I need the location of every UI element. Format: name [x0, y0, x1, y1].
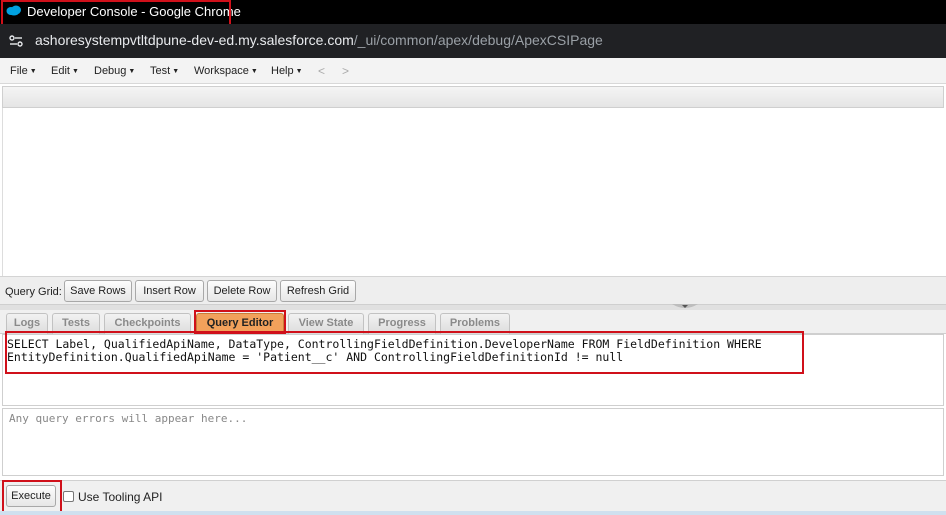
- chevron-down-icon: ▼: [29, 68, 37, 75]
- query-grid-label: Query Grid:: [5, 286, 62, 298]
- menu-workspace[interactable]: Workspace ▼: [194, 65, 258, 77]
- menu-edit[interactable]: Edit ▼: [51, 65, 79, 77]
- insert-row-button[interactable]: Insert Row: [135, 280, 204, 302]
- menu-file[interactable]: File ▼: [10, 65, 37, 77]
- url-text[interactable]: ashoresystempvtltdpune-dev-ed.my.salesfo…: [35, 32, 603, 48]
- menu-help[interactable]: Help ▼: [271, 65, 303, 77]
- address-bar[interactable]: ashoresystempvtltdpune-dev-ed.my.salesfo…: [0, 24, 946, 58]
- menu-workspace-label: Workspace: [194, 65, 249, 77]
- save-rows-button[interactable]: Save Rows: [64, 280, 132, 302]
- forward-icon[interactable]: >: [342, 64, 349, 78]
- chevron-down-icon: ▼: [128, 68, 136, 75]
- menu-debug-label: Debug: [94, 65, 127, 77]
- menu-help-label: Help: [271, 65, 294, 77]
- use-tooling-api-checkbox[interactable]: [63, 491, 74, 502]
- chevron-down-icon: ▼: [71, 68, 79, 75]
- menu-test-label: Test: [150, 65, 171, 77]
- chevron-down-icon: ▼: [172, 68, 180, 75]
- query-results-grid[interactable]: [2, 108, 944, 276]
- site-settings-icon[interactable]: [8, 33, 24, 49]
- chevron-down-icon: ▼: [250, 68, 258, 75]
- query-errors-placeholder: Any query errors will appear here...: [9, 412, 248, 425]
- url-path: /_ui/common/apex/debug/ApexCSIPage: [353, 32, 603, 48]
- menu-test[interactable]: Test ▼: [150, 65, 179, 77]
- delete-row-button[interactable]: Delete Row: [207, 280, 277, 302]
- query-grid-bar: Query Grid: Save Rows Insert Row Delete …: [0, 276, 946, 304]
- chevron-down-icon: ▼: [295, 68, 303, 75]
- use-tooling-api-label[interactable]: Use Tooling API: [78, 490, 163, 504]
- menu-debug[interactable]: Debug ▼: [94, 65, 135, 77]
- query-errors-area: Any query errors will appear here...: [2, 408, 944, 476]
- execute-highlight-box: [2, 480, 62, 513]
- refresh-grid-button[interactable]: Refresh Grid: [280, 280, 356, 302]
- url-host: ashoresystempvtltdpune-dev-ed.my.salesfo…: [35, 32, 354, 48]
- menu-file-label: File: [10, 65, 28, 77]
- status-strip: [0, 511, 946, 515]
- query-highlight-box: [5, 331, 804, 374]
- menu-edit-label: Edit: [51, 65, 70, 77]
- back-icon[interactable]: <: [318, 64, 325, 78]
- editor-toolstrip: [2, 86, 944, 108]
- menubar: File ▼ Edit ▼ Debug ▼ Test ▼ Workspace ▼ Help…: [0, 58, 946, 84]
